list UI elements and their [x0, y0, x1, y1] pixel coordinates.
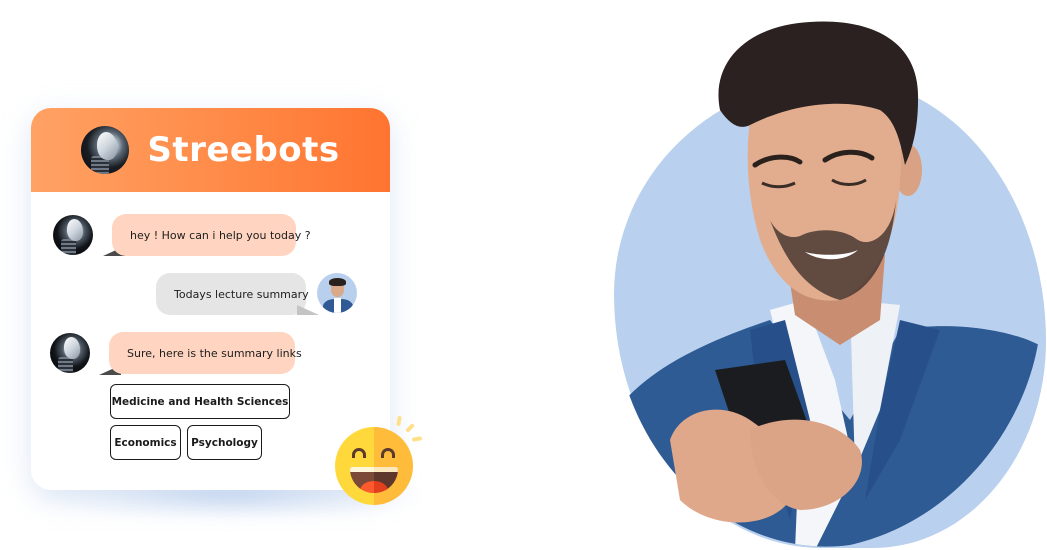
- hero-person-image: [613, 21, 1044, 547]
- laughing-face-emoji-icon: [335, 427, 413, 505]
- chat-header: Streebots: [31, 108, 390, 192]
- bubble-tail: [297, 305, 319, 315]
- link-medicine-health-sciences[interactable]: Medicine and Health Sciences: [110, 384, 290, 419]
- chat-title: Streebots: [147, 130, 340, 170]
- bot-message: hey ! How can i help you today ?: [112, 214, 311, 256]
- chat-widget: Streebots hey ! How can i help you today…: [31, 108, 390, 490]
- robot-avatar-icon: [81, 126, 130, 174]
- sparkle-icon: [396, 415, 402, 427]
- user-avatar: [317, 273, 357, 313]
- link-psychology[interactable]: Psychology: [187, 425, 262, 460]
- bot-message: Sure, here is the summary links: [109, 332, 302, 374]
- message-text: hey ! How can i help you today ?: [130, 228, 311, 242]
- user-message: Todays lecture summary: [156, 273, 309, 315]
- sparkle-icon: [405, 423, 415, 433]
- bot-avatar: [50, 333, 90, 373]
- message-text: Sure, here is the summary links: [127, 346, 302, 360]
- sparkle-icon: [411, 436, 423, 442]
- message-text: Todays lecture summary: [174, 287, 309, 301]
- link-economics[interactable]: Economics: [110, 425, 181, 460]
- bot-avatar: [53, 215, 93, 255]
